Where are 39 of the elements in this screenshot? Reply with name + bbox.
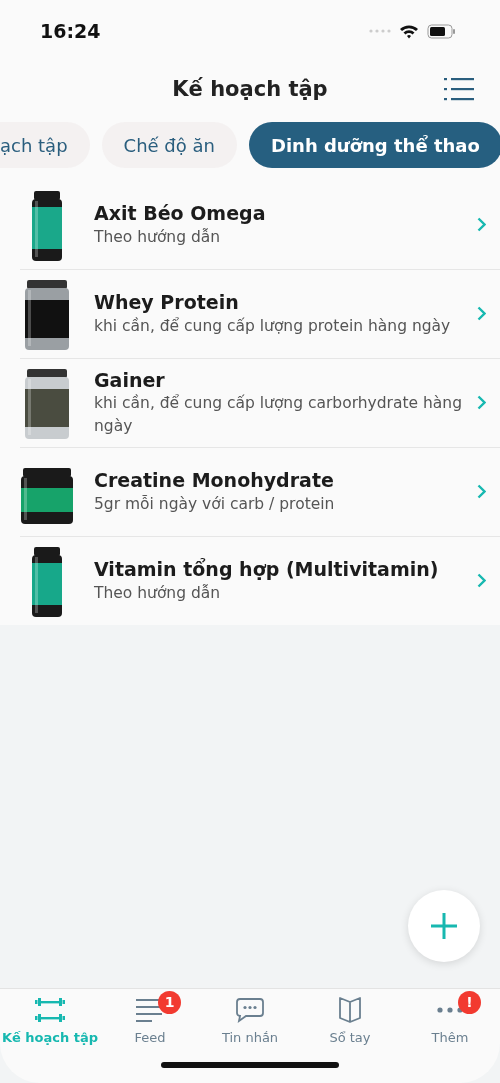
supplement-name: Creatine Monohydrate bbox=[94, 467, 335, 493]
plus-icon bbox=[430, 912, 458, 940]
dosage-text: khi cần, để cung cấp lượng carborhydrate hàng ngày bbox=[94, 393, 463, 437]
supplement-name: Gainer bbox=[94, 367, 166, 393]
chevron-right-icon bbox=[477, 217, 486, 232]
wifi-icon bbox=[399, 23, 419, 39]
tab[interactable]: Dinh dưỡng thể thao bbox=[248, 122, 500, 168]
chat-icon bbox=[235, 995, 265, 1025]
signal-icon bbox=[369, 29, 391, 33]
tab-bar-item[interactable]: Sổ tay bbox=[300, 989, 400, 1048]
supplement-row[interactable]: Axit Béo Omega Theo hướng dẫn bbox=[0, 180, 500, 269]
page-title: Kế hoạch tập bbox=[172, 76, 328, 104]
tab-bar-item[interactable]: Thêm ! bbox=[400, 989, 500, 1048]
supplement-name: Vitamin tổng hợp (Multivitamin) bbox=[94, 556, 440, 582]
supplement-row[interactable]: Creatine Monohydrate 5gr mỗi ngày với carb / protein bbox=[0, 447, 500, 536]
dosage-text: 5gr mỗi ngày với carb / protein bbox=[94, 493, 336, 515]
dosage-text: khi cần, để cung cấp lượng protein hàng ngày bbox=[94, 315, 452, 337]
chevron-right-icon bbox=[477, 573, 486, 588]
supplement-row[interactable]: Whey Protein khi cần, để cung cấp lượng protein hàng ngày bbox=[0, 269, 500, 358]
tab-bar-item[interactable]: Feed 1 bbox=[100, 989, 200, 1048]
supplement-name: Whey Protein bbox=[94, 289, 240, 315]
tab[interactable]: Chế độ ăn bbox=[101, 122, 237, 168]
dosage-text: Theo hướng dẫn bbox=[94, 582, 222, 604]
status-time: 16:24 bbox=[40, 18, 101, 44]
dumbbell-icon bbox=[35, 995, 65, 1025]
notification-count: 1 bbox=[158, 991, 181, 1014]
tab[interactable]: ạch tập bbox=[0, 122, 90, 168]
supplement-name: Axit Béo Omega bbox=[94, 200, 267, 226]
dosage-text: Theo hướng dẫn bbox=[94, 226, 222, 248]
chevron-right-icon bbox=[477, 484, 486, 499]
supplement-row[interactable]: Gainer khi cần, để cung cấp lượng carborhydrate hàng ngày bbox=[0, 358, 500, 447]
battery-icon bbox=[427, 23, 456, 39]
supplement-row[interactable]: Vitamin tổng hợp (Multivitamin) Theo hướng dẫn bbox=[0, 536, 500, 625]
tab-bar-item[interactable]: Tin nhắn bbox=[200, 989, 300, 1048]
chevron-right-icon bbox=[477, 395, 486, 410]
menu-icon[interactable] bbox=[444, 76, 474, 102]
chevron-right-icon bbox=[477, 306, 486, 321]
notification-count: ! bbox=[458, 991, 481, 1014]
more-icon bbox=[437, 1007, 463, 1013]
